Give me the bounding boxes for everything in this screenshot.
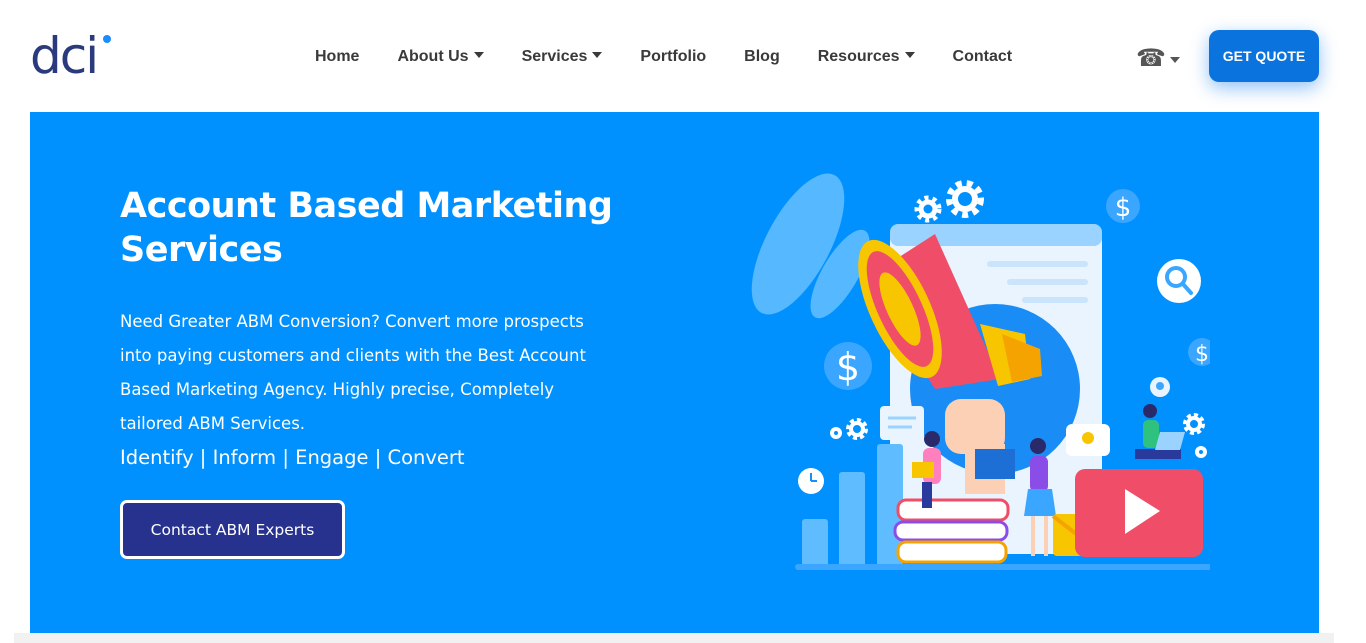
nav-label: Portfolio [640, 48, 707, 65]
hero-tagline: Identify | Inform | Engage | Convert [120, 446, 465, 469]
main-nav: Home About Us Services Portfolio Blog Re… [296, 40, 1031, 74]
logo-dot [103, 35, 111, 43]
logo-text: dci [30, 27, 99, 85]
gear-icon [914, 195, 942, 223]
books-icon [893, 498, 1010, 564]
nav-item-home[interactable]: Home [296, 40, 378, 74]
hero-banner: Account Based Marketing Services Need Gr… [30, 112, 1319, 633]
nav-item-resources[interactable]: Resources [799, 40, 934, 74]
bar-chart-icon [802, 444, 903, 569]
contact-abm-experts-button[interactable]: Contact ABM Experts [120, 500, 345, 559]
svg-text:$: $ [836, 345, 860, 389]
ground-line [795, 564, 1210, 570]
dollar-icon: $ [1188, 338, 1210, 367]
nav-label: Services [521, 48, 588, 65]
nav-item-contact[interactable]: Contact [934, 40, 1032, 74]
hero-title: Account Based Marketing Services [120, 186, 613, 270]
nav-label: Blog [744, 48, 780, 65]
caret-down-icon [592, 51, 603, 58]
site-header: dci Home About Us Services Portfolio Blo… [0, 0, 1366, 112]
person-laptop-icon [1135, 404, 1185, 459]
nav-label: Contact [952, 48, 1013, 65]
get-quote-button[interactable]: GET QUOTE [1209, 30, 1319, 82]
abm-illustration: $ $ $ [751, 173, 1210, 570]
gear-icon [830, 418, 868, 440]
nav-item-blog[interactable]: Blog [725, 40, 799, 74]
chat-bubble-icon [880, 406, 924, 440]
lightbulb-icon [1066, 424, 1110, 456]
svg-text:$: $ [1195, 342, 1209, 367]
caret-down-icon [904, 51, 915, 58]
play-icon [1075, 469, 1203, 557]
caret-down-icon [473, 51, 484, 58]
nav-item-portfolio[interactable]: Portfolio [621, 40, 725, 74]
nav-label: About Us [397, 48, 469, 65]
dollar-icon: $ [824, 342, 872, 390]
nav-label: Resources [817, 48, 900, 65]
section-divider [14, 633, 1334, 643]
dollar-icon: $ [1106, 189, 1140, 223]
lightbulb-icon [1150, 377, 1170, 397]
gear-icon [946, 180, 984, 218]
phone-menu[interactable]: ☎ [1136, 42, 1180, 74]
hero-description: Need Greater ABM Conversion? Convert mor… [120, 312, 586, 433]
caret-down-icon [1169, 57, 1180, 63]
svg-text:$: $ [1115, 193, 1132, 223]
clock-icon [798, 468, 824, 494]
nav-item-services[interactable]: Services [503, 40, 622, 74]
phone-icon: ☎ [1136, 44, 1166, 72]
nav-label: Home [315, 48, 360, 65]
gear-icon [1183, 413, 1207, 458]
nav-item-about-us[interactable]: About Us [378, 40, 502, 74]
logo[interactable]: dci [30, 28, 120, 84]
search-icon [1157, 259, 1201, 303]
